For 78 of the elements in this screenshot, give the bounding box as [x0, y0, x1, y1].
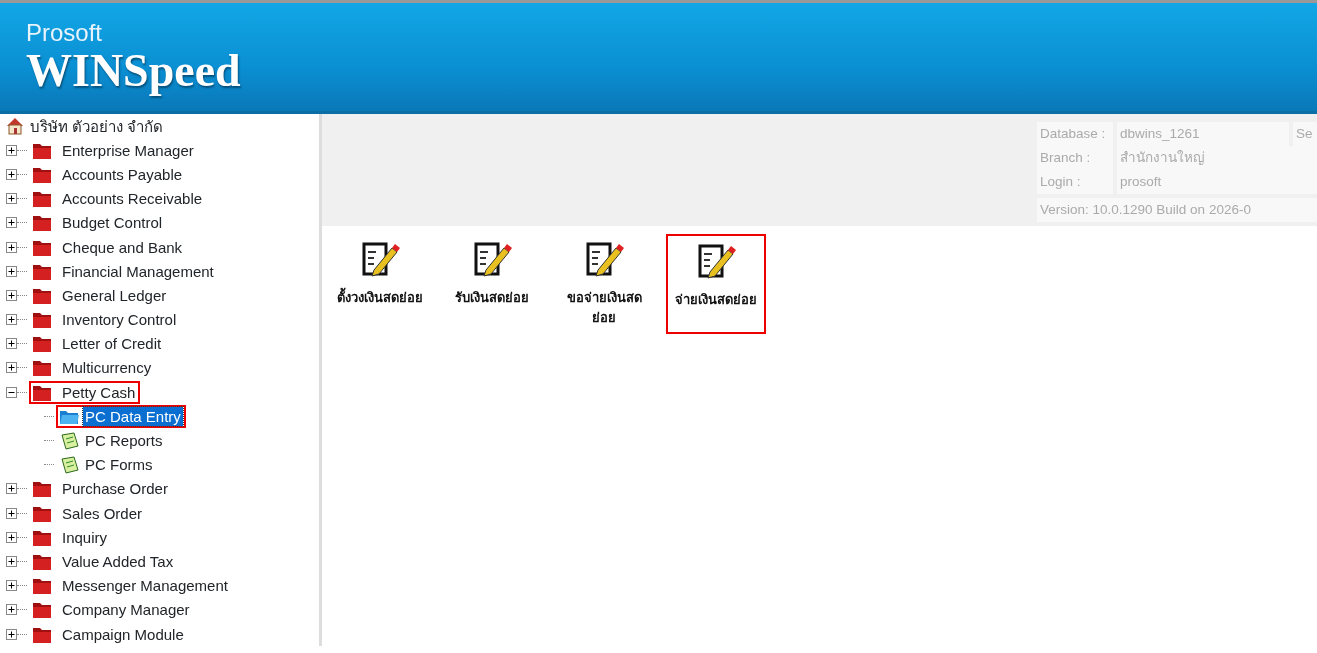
folder-icon — [32, 214, 52, 232]
tree-item[interactable]: PC Forms — [83, 455, 155, 475]
expand-icon[interactable] — [6, 531, 17, 543]
expand-icon[interactable] — [6, 507, 17, 519]
expand-icon[interactable] — [6, 483, 17, 495]
tree-item[interactable]: Budget Control — [60, 213, 165, 233]
company-name[interactable]: บริษัท ตัวอย่าง จำกัด — [28, 116, 166, 136]
collapse-icon[interactable] — [6, 386, 17, 398]
expand-icon[interactable] — [6, 168, 17, 180]
folder-icon — [32, 190, 52, 208]
expand-icon[interactable] — [6, 193, 17, 205]
tree-item[interactable]: Accounts Receivable — [60, 189, 205, 209]
house-icon — [6, 117, 24, 136]
folder-icon — [32, 311, 52, 329]
expand-icon[interactable] — [6, 314, 17, 326]
document-icon — [59, 455, 79, 474]
folder-icon — [32, 165, 52, 183]
info-label: Branch : — [1037, 146, 1113, 170]
tree-item[interactable]: Campaign Module — [60, 624, 186, 644]
folder-icon — [32, 141, 52, 159]
shortcut-button[interactable]: จ่ายเงินสดย่อย — [666, 234, 766, 334]
expand-icon[interactable] — [6, 241, 17, 253]
info-label: Database : — [1037, 122, 1113, 146]
folder-icon — [32, 335, 52, 353]
brand-title: WINSpeed — [26, 48, 241, 94]
expand-icon[interactable] — [6, 628, 17, 640]
version-text: Version: 10.0.1290 Build on 2026-0 — [1037, 198, 1317, 222]
shortcut-button[interactable]: ตั้งวงเงินสดย่อย — [330, 234, 430, 334]
info-value: สำนักงานใหญ่ — [1117, 146, 1317, 170]
tree-item[interactable]: Multicurrency — [60, 358, 154, 378]
document-icon — [59, 431, 79, 450]
tree-item[interactable]: Letter of Credit — [60, 334, 164, 354]
tree-item[interactable]: PC Data Entry — [83, 406, 183, 426]
info-label: Se — [1293, 122, 1317, 146]
folder-icon — [32, 552, 52, 570]
expand-icon[interactable] — [6, 362, 17, 374]
tree-item[interactable]: Company Manager — [60, 600, 192, 620]
tree-item[interactable]: Value Added Tax — [60, 551, 176, 571]
folder-icon — [32, 601, 52, 619]
shortcut-label: ตั้งวงเงินสดย่อย — [332, 288, 428, 308]
expand-icon[interactable] — [6, 338, 17, 350]
expand-icon[interactable] — [6, 580, 17, 592]
expand-icon[interactable] — [6, 604, 17, 616]
folder-icon — [32, 359, 52, 377]
tree-item[interactable]: Accounts Payable — [60, 164, 185, 184]
tree-item[interactable]: Sales Order — [60, 503, 145, 523]
folder-icon — [32, 286, 52, 304]
shortcut-button[interactable]: รับเงินสดย่อย — [442, 234, 542, 334]
folder-icon — [32, 262, 52, 280]
tree-item[interactable]: Enterprise Manager — [60, 140, 196, 160]
info-value: dbwins_1261 — [1117, 122, 1289, 146]
folder-icon — [32, 480, 52, 498]
tree-item[interactable]: PC Reports — [83, 431, 165, 451]
folder-icon — [32, 238, 52, 256]
expand-icon[interactable] — [6, 265, 17, 277]
tree-item[interactable]: Inventory Control — [60, 310, 179, 330]
folder-icon — [32, 625, 52, 643]
folder-icon — [32, 528, 52, 546]
tree-item[interactable]: Purchase Order — [60, 479, 170, 499]
tree-item[interactable]: Messenger Management — [60, 576, 230, 596]
shortcut-label: รับเงินสดย่อย — [454, 289, 530, 307]
folder-icon — [32, 577, 52, 595]
folder-icon — [32, 504, 52, 522]
shortcut-label: ขอจ่ายเงินสดย่อย — [565, 289, 643, 327]
brand-subtitle: Prosoft — [26, 21, 103, 45]
folder-icon — [32, 383, 52, 401]
expand-icon[interactable] — [6, 289, 17, 301]
tree-item[interactable]: General Ledger — [60, 285, 169, 305]
tree-item[interactable]: Financial Management — [60, 261, 216, 281]
expand-icon[interactable] — [6, 555, 17, 567]
info-label: Login : — [1037, 170, 1113, 194]
shortcut-label: จ่ายเงินสดย่อย — [674, 291, 758, 309]
info-value: prosoft — [1117, 170, 1317, 194]
tree-item[interactable]: Cheque and Bank — [60, 237, 185, 257]
shortcut-button[interactable]: ขอจ่ายเงินสดย่อย — [554, 234, 654, 334]
expand-icon[interactable] — [6, 144, 17, 156]
expand-icon[interactable] — [6, 217, 17, 229]
tree-item[interactable]: Inquiry — [60, 527, 110, 547]
